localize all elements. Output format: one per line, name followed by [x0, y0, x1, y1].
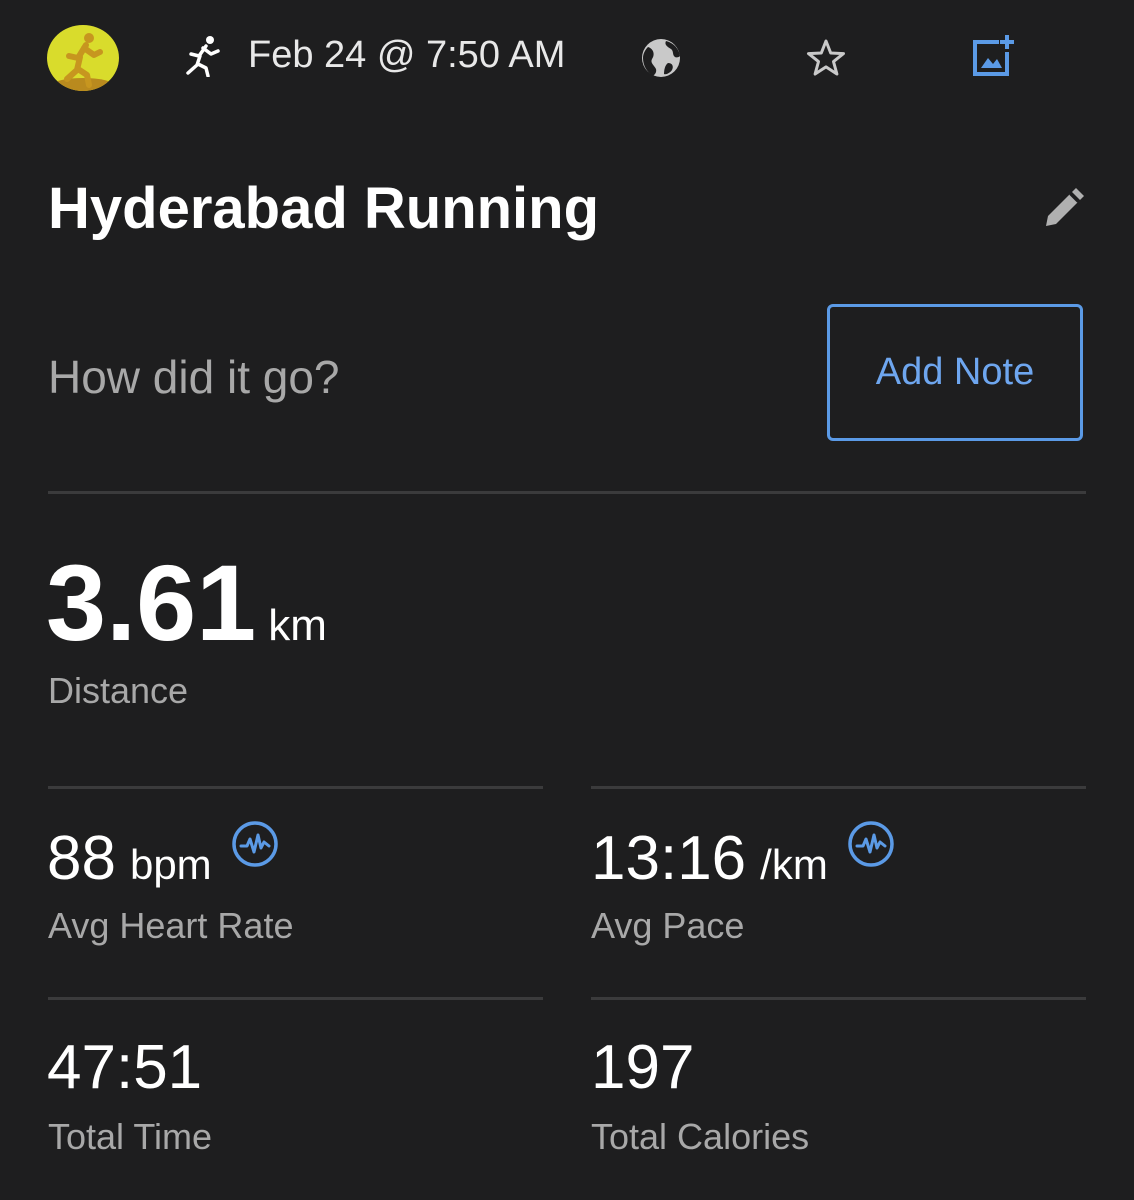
- heart-rate-stat: 88 bpm: [47, 821, 280, 894]
- running-avatar-icon[interactable]: [47, 25, 119, 91]
- running-icon: [186, 36, 220, 77]
- add-photo-icon[interactable]: [969, 32, 1017, 80]
- add-note-button[interactable]: Add Note: [827, 304, 1083, 441]
- total-time-stat: 47:51: [47, 1032, 202, 1103]
- edit-icon[interactable]: [1040, 186, 1086, 232]
- heart-rate-value: 88: [47, 824, 116, 893]
- distance-value: 3.61: [46, 542, 257, 663]
- heart-rate-chart-icon[interactable]: [230, 819, 280, 869]
- total-time-value: 47:51: [47, 1033, 203, 1102]
- heart-rate-unit: bpm: [129, 841, 212, 888]
- activity-title: Hyderabad Running: [48, 176, 600, 241]
- activity-datetime: Feb 24 @ 7:50 AM: [248, 34, 566, 76]
- pace-stat: 13:16 /km: [591, 821, 896, 894]
- pace-unit: /km: [760, 841, 828, 888]
- distance-label: Distance: [48, 670, 189, 711]
- distance-unit: km: [268, 601, 327, 650]
- total-calories-stat: 197: [591, 1032, 694, 1103]
- divider: [48, 491, 1086, 494]
- divider: [48, 997, 543, 1000]
- heart-rate-label: Avg Heart Rate: [48, 905, 294, 946]
- divider: [591, 997, 1086, 1000]
- pace-label: Avg Pace: [591, 905, 745, 946]
- pace-value: 13:16: [591, 824, 747, 893]
- note-prompt: How did it go?: [48, 351, 340, 403]
- distance-value-group: 3.61 km: [46, 540, 327, 665]
- divider: [591, 786, 1086, 789]
- globe-icon[interactable]: [638, 35, 684, 81]
- pace-chart-icon[interactable]: [846, 819, 896, 869]
- total-time-label: Total Time: [48, 1116, 213, 1157]
- total-calories-value: 197: [591, 1033, 695, 1102]
- star-icon[interactable]: [803, 35, 849, 81]
- total-calories-label: Total Calories: [591, 1116, 810, 1157]
- top-bar: Feb 24 @ 7:50 AM: [0, 0, 1134, 115]
- divider: [48, 786, 543, 789]
